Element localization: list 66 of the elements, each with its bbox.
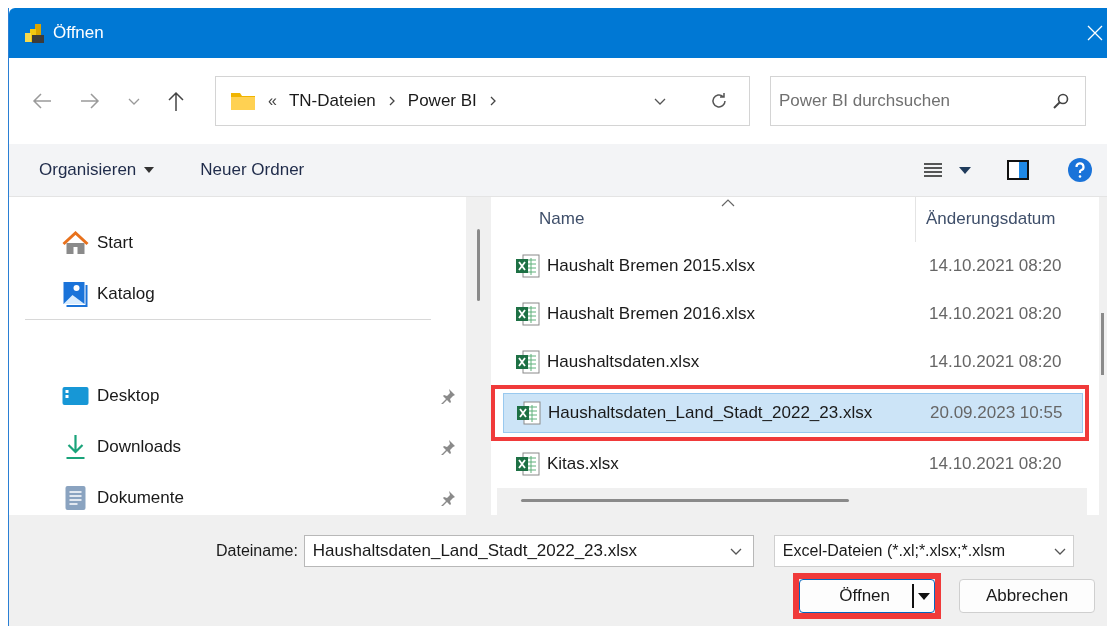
file-date: 14.10.2021 08:20 [929, 255, 1062, 276]
chevron-right-icon[interactable] [488, 95, 497, 107]
open-button[interactable]: Öffnen [799, 579, 935, 613]
file-row[interactable]: Haushalt Bremen 2015.xlsx 14.10.2021 08:20 [503, 244, 1083, 287]
file-name: Haushalt Bremen 2016.xlsx [547, 303, 756, 324]
overflow-chevron[interactable]: « [268, 92, 277, 110]
search-field[interactable]: Power BI durchsuchen [770, 76, 1086, 126]
sidebar-item[interactable]: Start [97, 232, 133, 253]
file-row[interactable]: Haushaltsdaten_Land_Stadt_2022_23.xlsx 20.09.2023 10:55 [503, 392, 1083, 433]
file-name: Haushaltsdaten_Land_Stadt_2022_23.xlsx [548, 402, 874, 423]
spreadsheet-icon [515, 301, 541, 326]
scrollbar-thumb[interactable] [1101, 313, 1104, 375]
folder-icon [230, 91, 256, 111]
desktop-icon [62, 385, 89, 406]
toolbar-button[interactable]: Organisieren [29, 154, 165, 186]
cancel-button[interactable]: Abbrechen [959, 579, 1095, 613]
chevron-right-icon[interactable] [387, 95, 396, 107]
home-icon [62, 230, 89, 255]
caret-icon[interactable] [918, 592, 930, 600]
sidebar-item[interactable]: Katalog [97, 283, 155, 304]
file-type-dropdown[interactable]: Excel-Dateien (*.xl;*.xlsx;*.xlsm [773, 535, 1074, 567]
file-date: 14.10.2021 08:20 [929, 303, 1062, 324]
file-row[interactable]: Kitas.xlsx 14.10.2021 08:20 [503, 442, 1083, 485]
file-name: Kitas.xlsx [547, 453, 620, 474]
spreadsheet-icon [516, 400, 542, 425]
up-icon[interactable] [167, 90, 185, 112]
forward-icon[interactable] [79, 92, 101, 110]
file-name: Haushaltsdaten.xlsx [547, 351, 701, 372]
address-bar[interactable]: « TN-Dateien Power BI [215, 76, 750, 126]
file-date: 14.10.2021 08:20 [929, 351, 1062, 372]
sort-ascending-icon [721, 199, 735, 207]
scrollbar-thumb[interactable] [477, 229, 480, 301]
file-name: Haushalt Bremen 2015.xlsx [547, 255, 756, 276]
column-header[interactable]: Änderungsdatum [915, 197, 1056, 242]
preview-pane-icon[interactable] [1007, 160, 1029, 180]
caret-icon[interactable] [959, 166, 971, 174]
search-icon[interactable] [1052, 92, 1070, 110]
view-list-icon[interactable] [923, 162, 943, 178]
file-row[interactable]: Haushalt Bremen 2016.xlsx 14.10.2021 08:20 [503, 292, 1083, 335]
help-icon[interactable] [1067, 157, 1093, 183]
file-date: 14.10.2021 08:20 [929, 453, 1062, 474]
sidebar-item[interactable]: Dokumente [97, 487, 184, 508]
caret-icon [144, 167, 155, 173]
spreadsheet-icon [515, 349, 541, 374]
filename-field[interactable]: Haushaltsdaten_Land_Stadt_2022_23.xlsx [303, 535, 754, 567]
app-icon [23, 22, 45, 44]
chevron-down-icon[interactable] [653, 96, 667, 106]
spreadsheet-icon [515, 253, 541, 278]
refresh-icon[interactable] [709, 91, 729, 111]
breadcrumb-segment[interactable]: TN-Dateien [288, 91, 376, 111]
scrollbar-thumb[interactable] [521, 498, 849, 502]
sidebar-item[interactable]: Downloads [97, 436, 182, 457]
sidebar-item[interactable]: Desktop [97, 385, 160, 406]
back-icon[interactable] [31, 92, 53, 110]
window-title: Öffnen [53, 23, 104, 43]
breadcrumb-segment[interactable]: Power BI [407, 91, 477, 111]
column-header[interactable]: Name [497, 197, 915, 242]
file-row[interactable]: Haushaltsdaten.xlsx 14.10.2021 08:20 [503, 340, 1083, 383]
chevron-down-icon [1052, 546, 1067, 556]
file-date: 20.09.2023 10:55 [930, 402, 1063, 423]
close-icon[interactable] [1087, 25, 1103, 41]
filename-label: Dateiname: [216, 542, 298, 560]
picture-frame-icon [62, 280, 89, 307]
chevron-down-icon[interactable] [728, 546, 743, 556]
spreadsheet-icon [515, 451, 541, 476]
toolbar-button[interactable]: Neuer Ordner [190, 154, 315, 186]
